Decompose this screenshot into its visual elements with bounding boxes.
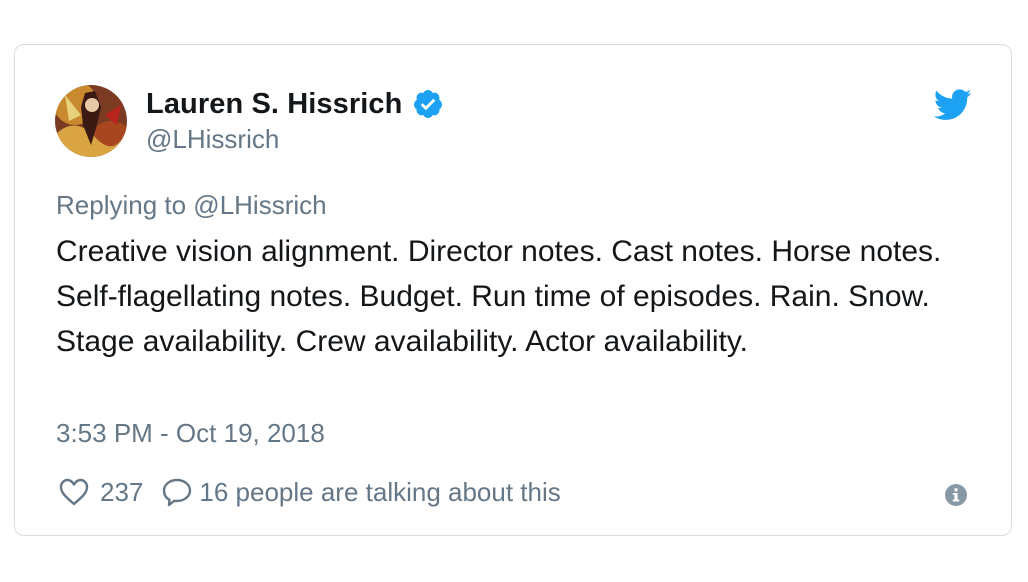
tweet-actions: 237 16 people are talking about this <box>58 475 561 509</box>
tweet-text: Creative vision alignment. Director note… <box>56 235 942 358</box>
tweet-card[interactable]: Lauren S. Hissrich @LHissrich Replying t… <box>14 44 1012 536</box>
tweet-timestamp[interactable]: 3:53 PM - Oct 19, 2018 <box>56 418 325 449</box>
author-display-name[interactable]: Lauren S. Hissrich <box>146 88 402 121</box>
talking-about-this-link[interactable]: 16 people are talking about this <box>199 477 560 508</box>
avatar-image <box>55 85 127 157</box>
like-count[interactable]: 237 <box>100 477 143 508</box>
speech-bubble-icon <box>163 478 192 507</box>
heart-icon[interactable] <box>58 477 90 507</box>
author-handle[interactable]: @LHissrich <box>146 124 279 155</box>
twitter-bird-icon[interactable] <box>934 89 972 121</box>
author-name-row[interactable]: Lauren S. Hissrich <box>146 86 444 122</box>
avatar[interactable] <box>55 85 127 157</box>
reply-button[interactable] <box>161 477 193 507</box>
replying-to-label[interactable]: Replying to @LHissrich <box>56 190 327 221</box>
verified-badge-icon <box>414 90 443 118</box>
info-icon[interactable] <box>944 483 968 507</box>
